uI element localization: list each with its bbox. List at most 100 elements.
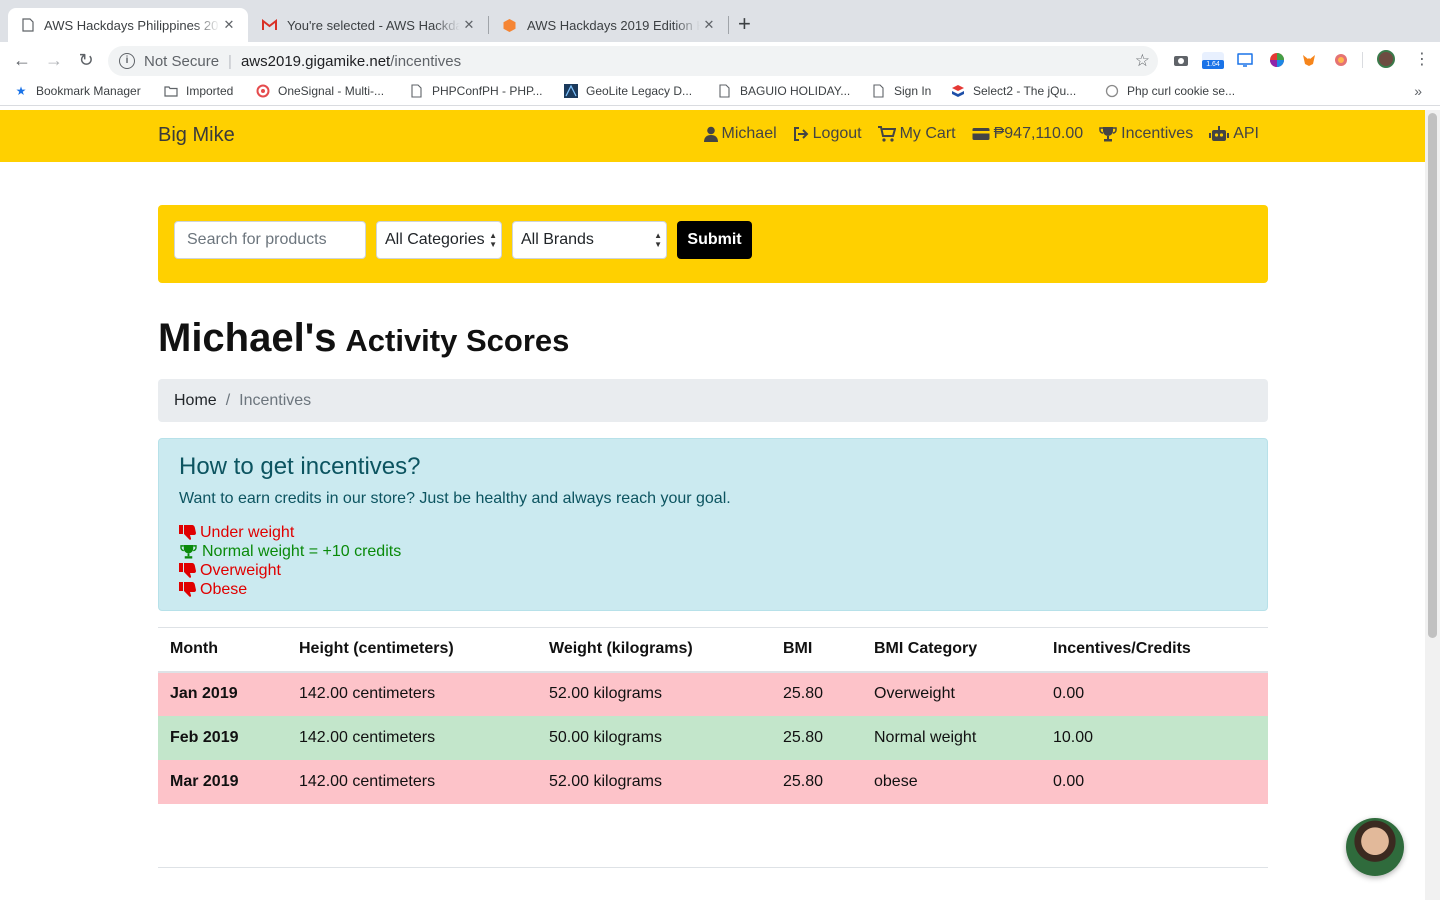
fox-icon[interactable] [1301, 52, 1317, 68]
bookmark-star-icon[interactable]: ☆ [1135, 51, 1150, 71]
chat-widget-avatar[interactable] [1346, 818, 1404, 876]
nav-balance-label: ₱947,110.00 [993, 125, 1084, 142]
table-row: Feb 2019 142.00 centimeters 50.00 kilogr… [158, 715, 1268, 760]
close-icon[interactable]: ✕ [700, 17, 718, 33]
breadcrumb-home[interactable]: Home [174, 392, 217, 410]
extension-icon[interactable] [1333, 52, 1349, 68]
site-brand[interactable]: Big Mike [158, 124, 235, 147]
bookmark-item[interactable]: PHPConfPH - PHP... [410, 84, 542, 98]
address-bar[interactable]: i Not Secure | aws2019.gigamike.net/ince… [108, 46, 1158, 76]
browser-toolbar: ← → ↻ i Not Secure | aws2019.gigamike.ne… [0, 42, 1440, 78]
cell-bmi: 25.80 [771, 671, 862, 716]
folder-icon [164, 86, 178, 97]
reload-icon[interactable]: ↻ [74, 48, 98, 72]
bookmark-item[interactable]: BAGUIO HOLIDAY... [718, 84, 850, 98]
nav-balance[interactable]: ₱947,110.00 [972, 125, 1084, 143]
bookmark-item[interactable]: Php curl cookie se... [1105, 84, 1235, 98]
browser-tab-3[interactable]: AWS Hackdays 2019 Edition Ha ✕ [488, 8, 728, 42]
column-header: Height (centimeters) [287, 627, 537, 673]
tab-title: AWS Hackdays 2019 Edition Ha [527, 17, 700, 33]
nav-logout[interactable]: Logout [793, 125, 862, 143]
site-navbar: Big Mike Michael Logout My Cart ₱947,110… [0, 110, 1425, 162]
cell-height: 142.00 centimeters [287, 715, 537, 760]
brand-select[interactable]: All Brands ▲ ▼ [512, 221, 667, 259]
nav-user[interactable]: Michael [703, 125, 777, 143]
browser-tab-2[interactable]: You're selected - AWS Hackdays ✕ [248, 8, 488, 42]
scrollbar-thumb[interactable] [1428, 113, 1437, 638]
menu-kebab-icon[interactable]: ⋮ [1414, 49, 1430, 69]
security-label: Not Secure [144, 52, 220, 70]
nav-incentives[interactable]: Incentives [1099, 125, 1193, 143]
breadcrumb-separator: / [225, 391, 231, 409]
browser-tab-1[interactable]: AWS Hackdays Philippines 2019 ✕ [8, 8, 248, 42]
cell-weight: 52.00 kilograms [537, 671, 771, 716]
document-icon [411, 84, 422, 98]
bookmark-label: Sign In [894, 84, 932, 98]
profile-avatar[interactable] [1377, 50, 1395, 68]
cast-icon[interactable] [1237, 52, 1253, 68]
color-wheel-icon[interactable] [1269, 52, 1285, 68]
bookmark-item[interactable]: ★ Bookmark Manager [14, 84, 141, 98]
url-host: aws2019.gigamike.net [240, 52, 391, 70]
rule-obese-label: Obese [200, 581, 248, 598]
search-input[interactable]: Search for products [174, 221, 366, 259]
globe-icon [1105, 84, 1119, 98]
bookmark-item[interactable]: Imported [164, 84, 233, 98]
nav-incentives-label: Incentives [1121, 125, 1194, 142]
rule-normal-label: Normal weight = +10 credits [202, 543, 402, 560]
close-icon[interactable]: ✕ [460, 17, 478, 33]
cart-icon [877, 126, 896, 142]
cell-credits: 0.00 [1041, 759, 1268, 804]
toolbar-divider [1362, 52, 1363, 68]
rule-overweight-label: Overweight [200, 562, 281, 579]
category-select-value: All Categories [385, 231, 485, 248]
page-title-name: Michael's [158, 316, 337, 360]
cell-category: obese [862, 759, 1041, 804]
new-tab-button[interactable]: + [738, 13, 751, 35]
nav-logout-label: Logout [812, 125, 862, 142]
table-header-row: Month Height (centimeters) Weight (kilog… [158, 627, 1268, 673]
page-scrollbar[interactable] [1425, 110, 1440, 900]
trophy-icon [180, 544, 197, 559]
cell-weight: 50.00 kilograms [537, 715, 771, 760]
credit-card-icon [972, 128, 990, 140]
column-header: BMI [771, 627, 862, 673]
cell-credits: 10.00 [1041, 715, 1268, 760]
tab-separator [728, 16, 729, 34]
column-header: Weight (kilograms) [537, 627, 771, 673]
bookmark-item[interactable]: OneSignal - Multi-... [256, 84, 384, 98]
onesignal-icon [256, 84, 270, 98]
bookmark-label: PHPConfPH - PHP... [432, 84, 543, 98]
extension-badge-count: 1.64 [1202, 60, 1224, 69]
forward-icon[interactable]: → [42, 48, 66, 72]
footer-divider [158, 867, 1268, 868]
select-arrows-icon: ▲ ▼ [654, 231, 662, 249]
bookmark-item[interactable]: Select2 - The jQu... [951, 84, 1076, 98]
document-icon [22, 18, 34, 32]
submit-button[interactable]: Submit [677, 221, 752, 259]
tab-title: You're selected - AWS Hackdays [287, 17, 460, 33]
more-bookmarks-icon[interactable]: » [1414, 83, 1422, 99]
rule-underweight: Under weight [179, 523, 1247, 542]
select-arrows-icon: ▲ ▼ [489, 231, 497, 249]
bookmark-label: Php curl cookie se... [1127, 84, 1236, 98]
cell-month: Mar 2019 [158, 759, 287, 804]
nav-user-label: Michael [721, 125, 777, 142]
cell-weight: 52.00 kilograms [537, 759, 771, 804]
nav-api[interactable]: API [1209, 125, 1259, 143]
nav-cart[interactable]: My Cart [877, 125, 956, 143]
cell-height: 142.00 centimeters [287, 671, 537, 716]
info-icon[interactable]: i [119, 53, 135, 69]
category-select[interactable]: All Categories ▲ ▼ [376, 221, 502, 259]
thumbs-down-icon [179, 582, 196, 597]
info-heading: How to get incentives? [179, 453, 421, 480]
document-icon [873, 84, 884, 98]
close-icon[interactable]: ✕ [220, 17, 238, 33]
cell-height: 142.00 centimeters [287, 759, 537, 804]
table-row: Jan 2019 142.00 centimeters 52.00 kilogr… [158, 671, 1268, 716]
camera-icon[interactable] [1173, 52, 1189, 68]
bookmark-item[interactable]: Sign In [872, 84, 931, 98]
back-icon[interactable]: ← [10, 48, 34, 72]
bookmark-item[interactable]: GeoLite Legacy D... [564, 84, 692, 98]
extension-badge-icon[interactable]: 1.64 [1202, 52, 1224, 69]
